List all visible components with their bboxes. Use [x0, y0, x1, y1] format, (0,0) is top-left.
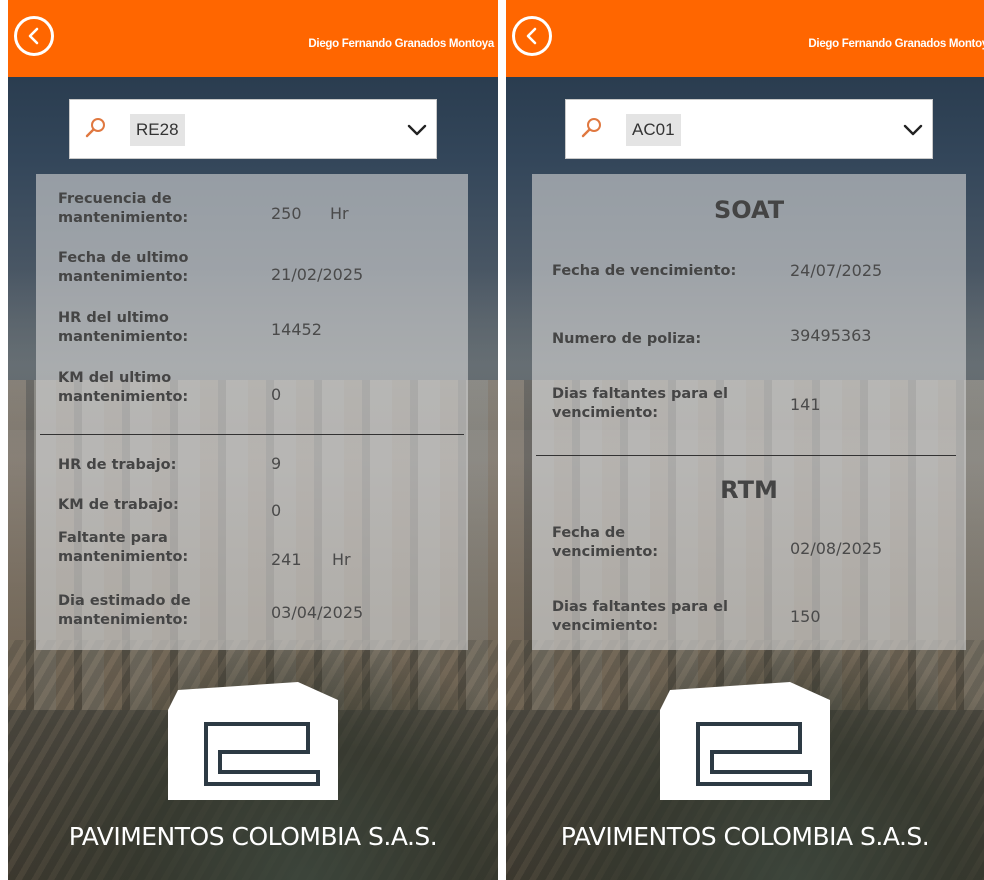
- app-header: Diego Fernando Granados Montoya: [8, 0, 498, 77]
- frecuencia-value: 250: [271, 204, 302, 223]
- rtm-fecha-value: 02/08/2025: [790, 539, 883, 558]
- back-button[interactable]: [14, 16, 54, 56]
- fecha-ultimo-value: 21/02/2025: [271, 265, 364, 284]
- search-input[interactable]: AC01: [626, 114, 681, 146]
- fecha-ultimo-label: Fecha de ultimo mantenimiento:: [58, 250, 189, 285]
- documents-screen: Diego Fernando Granados Montoya AC01 SOA…: [506, 0, 984, 880]
- back-button[interactable]: [512, 16, 552, 56]
- faltante-value: 241: [271, 550, 302, 569]
- hr-ultimo-label: HR del ultimo mantenimiento:: [58, 310, 189, 345]
- user-name: Diego Fernando Granados Montoya: [308, 38, 494, 50]
- hr-ultimo-value: 14452: [271, 320, 322, 339]
- chevron-down-icon[interactable]: [406, 119, 428, 141]
- app-header: Diego Fernando Granados Montoya: [506, 0, 984, 77]
- chevron-down-icon[interactable]: [902, 119, 924, 141]
- hr-trabajo-value: 9: [271, 454, 282, 473]
- soat-poliza-value: 39495363: [790, 326, 872, 345]
- back-arrow-icon: [28, 27, 39, 45]
- frecuencia-unit: Hr: [330, 204, 349, 223]
- section-divider: [40, 434, 464, 435]
- search-icon: [581, 118, 601, 138]
- company-logo: [168, 682, 338, 800]
- soat-dias-value: 141: [790, 395, 821, 414]
- rtm-fecha-label: Fecha de vencimiento:: [552, 525, 659, 560]
- rtm-title: RTM: [720, 476, 778, 504]
- maintenance-screen: Diego Fernando Granados Montoya RE28 Fre…: [8, 0, 498, 880]
- km-ultimo-value: 0: [271, 385, 282, 404]
- soat-fecha-value: 24/07/2025: [790, 261, 883, 280]
- km-trabajo-value: 0: [271, 501, 282, 520]
- frecuencia-label: Frecuencia de mantenimiento:: [58, 191, 189, 226]
- faltante-label: Faltante para mantenimiento:: [58, 530, 189, 565]
- hr-trabajo-label: HR de trabajo:: [58, 457, 177, 473]
- company-logo: [660, 682, 830, 800]
- faltante-unit: Hr: [332, 550, 351, 569]
- company-name: PAVIMENTOS COLOMBIA S.A.S.: [68, 822, 438, 851]
- km-trabajo-label: KM de trabajo:: [58, 497, 179, 513]
- maintenance-details-card: Frecuencia de mantenimiento: 250 Hr Fech…: [36, 174, 468, 650]
- search-input[interactable]: RE28: [130, 114, 185, 146]
- rtm-dias-label: Dias faltantes para el vencimiento:: [552, 599, 728, 634]
- soat-dias-label: Dias faltantes para el vencimiento:: [552, 386, 728, 421]
- rtm-dias-value: 150: [790, 607, 821, 626]
- dia-estimado-value: 03/04/2025: [271, 603, 364, 622]
- company-name: PAVIMENTOS COLOMBIA S.A.S.: [560, 822, 930, 851]
- soat-fecha-label: Fecha de vencimiento:: [552, 263, 737, 279]
- km-ultimo-label: KM del ultimo mantenimiento:: [58, 370, 189, 405]
- equipment-search-combobox[interactable]: AC01: [565, 99, 933, 159]
- soat-poliza-label: Numero de poliza:: [552, 331, 702, 347]
- panel-divider: [498, 0, 506, 880]
- documents-details-card: SOAT Fecha de vencimiento: 24/07/2025 Nu…: [532, 174, 966, 650]
- section-divider: [536, 455, 956, 456]
- dia-estimado-label: Dia estimado de mantenimiento:: [58, 593, 191, 628]
- back-arrow-icon: [526, 27, 537, 45]
- search-icon: [85, 118, 105, 138]
- equipment-search-combobox[interactable]: RE28: [69, 99, 437, 159]
- user-name: Diego Fernando Granados Montoya: [808, 38, 984, 50]
- soat-title: SOAT: [713, 196, 785, 224]
